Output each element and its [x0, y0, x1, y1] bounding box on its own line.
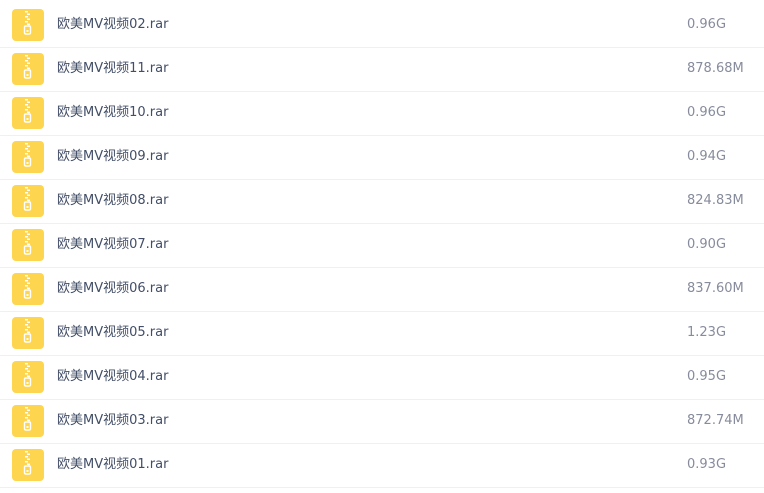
file-name[interactable]: 欧美MV视频10.rar — [57, 103, 168, 123]
file-row[interactable]: 欧美MV视频04.rar 0.95G — [0, 356, 764, 400]
file-row[interactable]: 欧美MV视频06.rar 837.60M — [0, 268, 764, 312]
file-row[interactable]: 欧美MV视频02.rar 0.96G — [0, 0, 764, 48]
zip-archive-icon — [12, 53, 44, 85]
file-row[interactable]: 欧美MV视频03.rar 872.74M — [0, 400, 764, 444]
file-row[interactable]: 欧美MV视频08.rar 824.83M — [0, 180, 764, 224]
zip-archive-icon — [12, 9, 44, 41]
file-size: 0.96G — [687, 17, 727, 32]
file-name[interactable]: 欧美MV视频04.rar — [57, 367, 168, 387]
file-size: 0.96G — [687, 105, 727, 120]
file-size: 0.90G — [687, 237, 727, 252]
file-size: 0.93G — [687, 457, 727, 472]
zip-archive-icon — [12, 141, 44, 173]
file-name[interactable]: 欧美MV视频07.rar — [57, 235, 168, 255]
file-name[interactable]: 欧美MV视频05.rar — [57, 323, 168, 343]
file-row[interactable]: 欧美MV视频09.rar 0.94G — [0, 136, 764, 180]
file-size: 0.94G — [687, 149, 727, 164]
file-name[interactable]: 欧美MV视频11.rar — [57, 59, 168, 79]
file-row[interactable]: 欧美MV视频05.rar 1.23G — [0, 312, 764, 356]
file-row[interactable]: 欧美MV视频11.rar 878.68M — [0, 48, 764, 92]
file-size: 837.60M — [687, 281, 744, 296]
zip-archive-icon — [12, 97, 44, 129]
file-name[interactable]: 欧美MV视频09.rar — [57, 147, 168, 167]
file-name[interactable]: 欧美MV视频08.rar — [57, 191, 168, 211]
zip-archive-icon — [12, 229, 44, 261]
file-name[interactable]: 欧美MV视频01.rar — [57, 455, 168, 475]
zip-archive-icon — [12, 361, 44, 393]
file-name[interactable]: 欧美MV视频06.rar — [57, 279, 168, 299]
file-size: 0.95G — [687, 369, 727, 384]
zip-archive-icon — [12, 405, 44, 437]
zip-archive-icon — [12, 449, 44, 481]
file-row[interactable]: 欧美MV视频01.rar 0.93G — [0, 444, 764, 488]
file-row[interactable]: 欧美MV视频07.rar 0.90G — [0, 224, 764, 268]
file-size: 1.23G — [687, 325, 727, 340]
file-size: 878.68M — [687, 61, 744, 76]
file-list: 欧美MV视频02.rar 0.96G 欧美MV视频11.rar 878.68M … — [0, 0, 764, 488]
zip-archive-icon — [12, 273, 44, 305]
file-size: 872.74M — [687, 413, 744, 428]
file-size: 824.83M — [687, 193, 744, 208]
zip-archive-icon — [12, 185, 44, 217]
file-row[interactable]: 欧美MV视频10.rar 0.96G — [0, 92, 764, 136]
file-name[interactable]: 欧美MV视频03.rar — [57, 411, 168, 431]
zip-archive-icon — [12, 317, 44, 349]
file-name[interactable]: 欧美MV视频02.rar — [57, 15, 168, 35]
